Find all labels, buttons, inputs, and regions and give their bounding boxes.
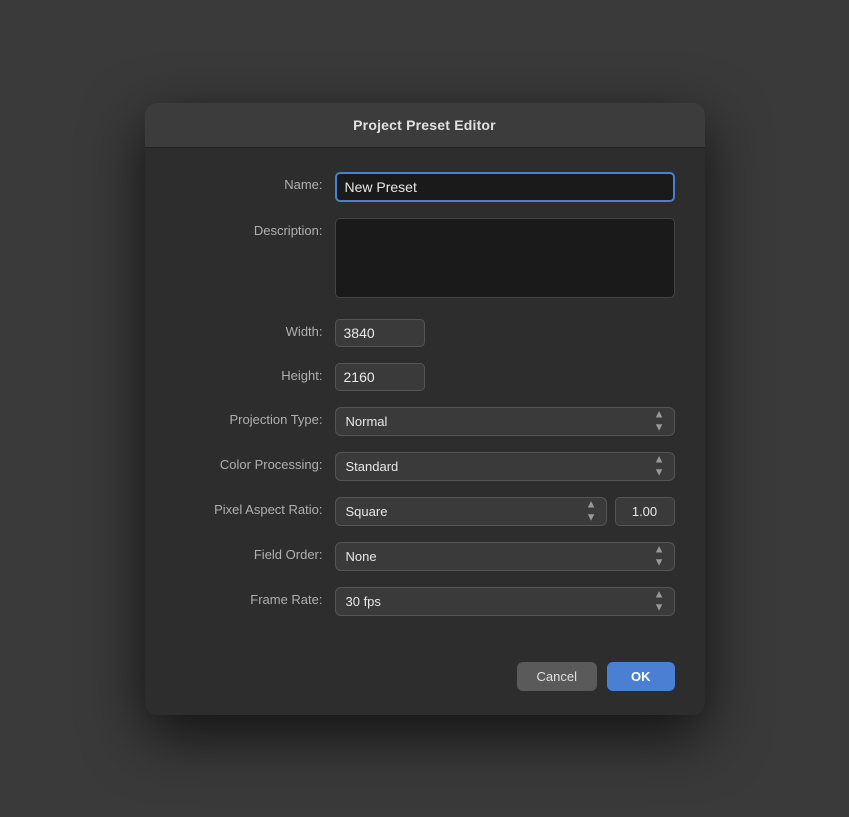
name-control — [335, 172, 675, 202]
project-preset-editor-dialog: Project Preset Editor Name: Description:… — [145, 103, 705, 715]
color-processing-label: Color Processing: — [175, 452, 335, 472]
pixel-aspect-ratio-control: Square D1/DV NTSC D1/DV PAL ▲ ▼ 1.00 — [335, 497, 675, 526]
color-processing-select[interactable]: Standard Wide Gamut HDR — [335, 452, 675, 481]
field-order-label: Field Order: — [175, 542, 335, 562]
pixel-aspect-ratio-label: Pixel Aspect Ratio: — [175, 497, 335, 517]
color-processing-control: Standard Wide Gamut HDR ▲ ▼ — [335, 452, 675, 481]
description-control — [335, 218, 675, 303]
dialog-title-bar: Project Preset Editor — [145, 103, 705, 148]
description-row: Description: — [175, 218, 675, 303]
height-row: Height: — [175, 363, 675, 391]
description-input[interactable] — [335, 218, 675, 298]
name-input[interactable] — [335, 172, 675, 202]
color-processing-row: Color Processing: Standard Wide Gamut HD… — [175, 452, 675, 481]
projection-type-row: Projection Type: Normal Spherical Cylind… — [175, 407, 675, 436]
cancel-button[interactable]: Cancel — [517, 662, 597, 691]
field-order-select[interactable]: None Upper First Lower First — [335, 542, 675, 571]
projection-type-select[interactable]: Normal Spherical Cylindrical — [335, 407, 675, 436]
pixel-aspect-ratio-select[interactable]: Square D1/DV NTSC D1/DV PAL — [335, 497, 607, 526]
dialog-title: Project Preset Editor — [161, 117, 689, 133]
height-label: Height: — [175, 363, 335, 383]
frame-rate-select[interactable]: 23.976 fps 24 fps 25 fps 29.97 fps 30 fp… — [335, 587, 675, 616]
name-label: Name: — [175, 172, 335, 192]
width-label: Width: — [175, 319, 335, 339]
footer-buttons: Cancel OK — [145, 652, 705, 691]
field-order-control: None Upper First Lower First ▲ ▼ — [335, 542, 675, 571]
pixel-aspect-row-inner: Square D1/DV NTSC D1/DV PAL ▲ ▼ 1.00 — [335, 497, 675, 526]
height-input[interactable] — [335, 363, 425, 391]
frame-rate-label: Frame Rate: — [175, 587, 335, 607]
ok-button[interactable]: OK — [607, 662, 675, 691]
frame-rate-control: 23.976 fps 24 fps 25 fps 29.97 fps 30 fp… — [335, 587, 675, 616]
name-row: Name: — [175, 172, 675, 202]
pixel-aspect-ratio-wrapper: Square D1/DV NTSC D1/DV PAL ▲ ▼ — [335, 497, 607, 526]
width-input[interactable] — [335, 319, 425, 347]
width-control — [335, 319, 675, 347]
pixel-ratio-value: 1.00 — [615, 497, 675, 526]
frame-rate-row: Frame Rate: 23.976 fps 24 fps 25 fps 29.… — [175, 587, 675, 616]
projection-type-label: Projection Type: — [175, 407, 335, 427]
width-row: Width: — [175, 319, 675, 347]
form-body: Name: Description: Width: Height: — [145, 148, 705, 652]
pixel-aspect-ratio-row: Pixel Aspect Ratio: Square D1/DV NTSC D1… — [175, 497, 675, 526]
projection-type-control: Normal Spherical Cylindrical ▲ ▼ — [335, 407, 675, 436]
height-control — [335, 363, 675, 391]
field-order-row: Field Order: None Upper First Lower Firs… — [175, 542, 675, 571]
description-label: Description: — [175, 218, 335, 238]
